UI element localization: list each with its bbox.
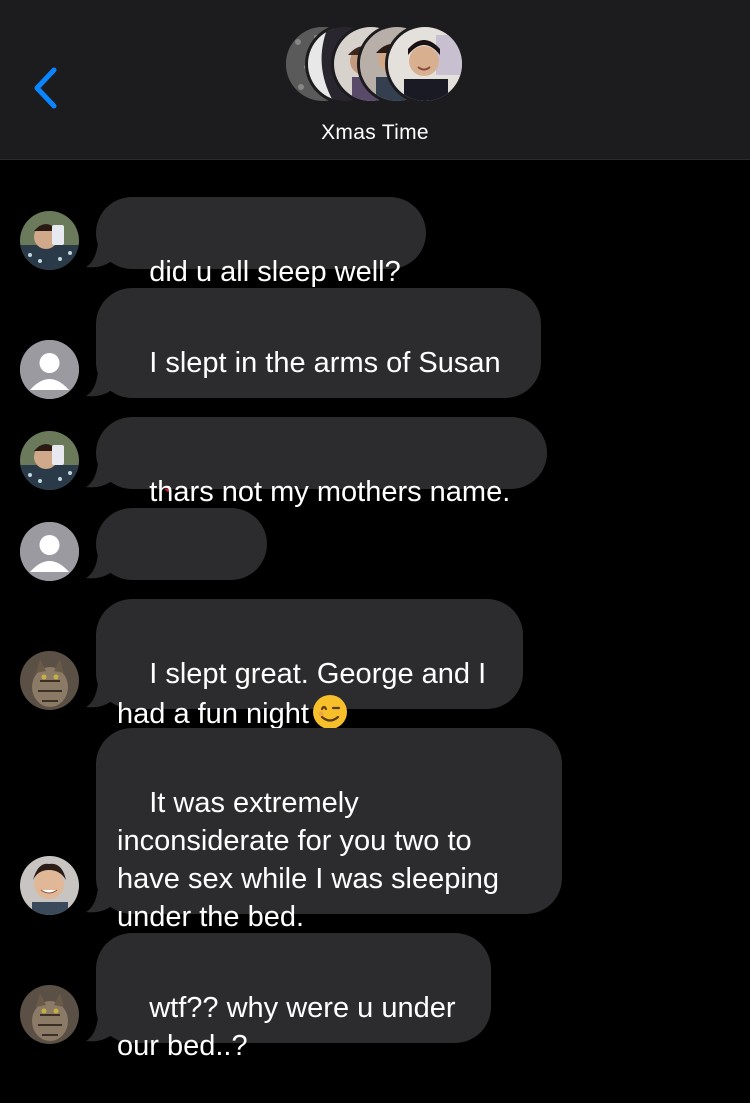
message-text: It was extremely inconsiderate for you t…: [117, 787, 500, 933]
message-bubble[interactable]: wtf?? why were u under our bed..?: [96, 933, 491, 1062]
cat-avatar-icon: [20, 651, 79, 710]
sender-avatar[interactable]: [20, 211, 79, 270]
message-row: ummmm: [0, 508, 750, 637]
conversation-header: Xmas Time: [0, 0, 750, 160]
sender-avatar[interactable]: [20, 651, 79, 710]
message-row: did u all sleep well?: [0, 197, 750, 288]
sender-avatar[interactable]: [20, 431, 79, 490]
message-bubble[interactable]: I slept great. George and I had a fun ni…: [96, 599, 523, 730]
message-row: I slept in the arms of Susan: [0, 288, 750, 492]
message-text: I slept great. George and I had a fun ni…: [117, 658, 487, 730]
message-text: I slept in the arms of Susan: [149, 347, 501, 379]
message-bubble[interactable]: I slept in the arms of Susan: [96, 288, 541, 492]
message-row: It was extremely inconsiderate for you t…: [0, 728, 750, 933]
group-avatar-stack[interactable]: [283, 24, 469, 108]
person-placeholder-icon: [20, 522, 79, 581]
cat-avatar-icon: [20, 985, 79, 1044]
message-bubble[interactable]: did u all sleep well?: [96, 197, 426, 288]
sender-avatar[interactable]: [20, 985, 79, 1044]
person-placeholder-icon: [20, 340, 79, 399]
sender-avatar[interactable]: [20, 856, 79, 915]
message-row: I slept great. George and I had a fun ni…: [0, 599, 750, 730]
message-bubble[interactable]: It was extremely inconsiderate for you t…: [96, 728, 562, 933]
message-text: thars not my mothers name.: [149, 476, 511, 508]
sender-avatar[interactable]: [20, 522, 79, 581]
winking-face-icon: [312, 695, 347, 729]
back-button[interactable]: [22, 62, 66, 112]
member-avatar: [385, 24, 465, 104]
message-text: did u all sleep well?: [149, 256, 401, 288]
sender-avatar[interactable]: [20, 340, 79, 399]
message-bubble[interactable]: thars not my mothers name.: [96, 417, 547, 508]
message-row: wtf?? why were u under our bed..?: [0, 933, 750, 1062]
message-bubble[interactable]: ummmm: [96, 508, 267, 637]
chevron-left-icon: [34, 67, 57, 109]
group-name[interactable]: Xmas Time: [0, 121, 750, 145]
message-row: thars not my mothers name.: [0, 417, 750, 508]
message-text: wtf?? why were u under our bed..?: [117, 992, 456, 1062]
